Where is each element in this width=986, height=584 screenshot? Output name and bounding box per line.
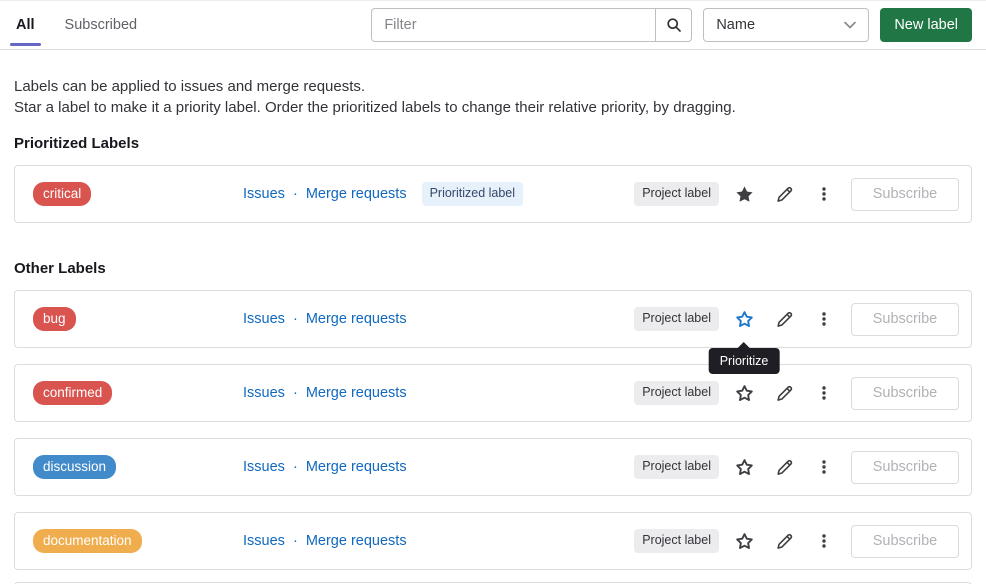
issues-link[interactable]: Issues: [243, 311, 285, 327]
label-links: Issues · Merge requests: [243, 533, 407, 549]
edit-label-button[interactable]: [769, 452, 799, 482]
star-outline-icon: [735, 310, 754, 329]
issues-link[interactable]: Issues: [243, 533, 285, 549]
label-row-documentation: documentation Issues · Merge requests Pr…: [14, 512, 972, 570]
label-pill-documentation[interactable]: documentation: [33, 529, 142, 554]
label-options-button[interactable]: [809, 304, 839, 334]
subscribe-button[interactable]: Subscribe: [851, 451, 959, 484]
filter-group: [371, 8, 692, 42]
intro-line-2: Star a label to make it a priority label…: [14, 99, 736, 116]
pencil-icon: [776, 311, 793, 328]
sort-dropdown[interactable]: Name: [703, 8, 869, 42]
label-pill-discussion[interactable]: discussion: [33, 455, 116, 480]
ellipsis-vertical-icon: [816, 533, 832, 549]
label-row-discussion: discussion Issues · Merge requests Proje…: [14, 438, 972, 496]
label-options-button[interactable]: [809, 378, 839, 408]
prioritize-star-button[interactable]: [729, 378, 759, 408]
issues-link[interactable]: Issues: [243, 186, 285, 202]
project-label-badge: Project label: [634, 529, 719, 553]
ellipsis-vertical-icon: [816, 385, 832, 401]
merge-requests-link[interactable]: Merge requests: [306, 459, 407, 475]
label-options-button[interactable]: [809, 452, 839, 482]
ellipsis-vertical-icon: [816, 311, 832, 327]
label-options-button[interactable]: [809, 526, 839, 556]
pencil-icon: [776, 385, 793, 402]
label-pill-critical[interactable]: critical: [33, 182, 91, 207]
issues-link[interactable]: Issues: [243, 385, 285, 401]
search-icon: [666, 17, 682, 33]
star-outline-icon: [735, 384, 754, 403]
label-links: Issues · Merge requests: [243, 311, 407, 327]
prioritized-label-badge: Prioritized label: [422, 182, 523, 206]
labels-content: Labels can be applied to issues and merg…: [0, 50, 986, 584]
label-row-critical: critical Issues · Merge requests Priorit…: [14, 165, 972, 223]
subscribe-button[interactable]: Subscribe: [851, 303, 959, 336]
prioritize-star-button[interactable]: [729, 526, 759, 556]
prioritize-star-button[interactable]: Prioritize: [729, 304, 759, 334]
tab-subscribed[interactable]: Subscribed: [63, 1, 140, 49]
star-outline-icon: [735, 532, 754, 551]
edit-label-button[interactable]: [769, 304, 799, 334]
edit-label-button[interactable]: [769, 526, 799, 556]
edit-label-button[interactable]: [769, 179, 799, 209]
label-options-button[interactable]: [809, 179, 839, 209]
label-row-bug: bug Issues · Merge requests Project labe…: [14, 290, 972, 348]
sort-value: Name: [716, 17, 755, 33]
subscribe-button[interactable]: Subscribe: [851, 525, 959, 558]
unprioritize-star-button[interactable]: [729, 179, 759, 209]
labels-tabs: All Subscribed: [14, 1, 139, 49]
labels-toolbar: All Subscribed Name New label: [0, 0, 986, 50]
merge-requests-link[interactable]: Merge requests: [306, 186, 407, 202]
toolbar-controls: Name New label: [371, 8, 972, 42]
other-labels-heading: Other Labels: [14, 260, 972, 277]
star-outline-icon: [735, 458, 754, 477]
merge-requests-link[interactable]: Merge requests: [306, 385, 407, 401]
edit-label-button[interactable]: [769, 378, 799, 408]
tab-all[interactable]: All: [14, 1, 37, 49]
label-row-confirmed: confirmed Issues · Merge requests Projec…: [14, 364, 972, 422]
pencil-icon: [776, 533, 793, 550]
prioritize-tooltip: Prioritize: [709, 348, 780, 374]
merge-requests-link[interactable]: Merge requests: [306, 533, 407, 549]
project-label-badge: Project label: [634, 182, 719, 206]
merge-requests-link[interactable]: Merge requests: [306, 311, 407, 327]
label-pill-bug[interactable]: bug: [33, 307, 76, 332]
project-label-badge: Project label: [634, 307, 719, 331]
pencil-icon: [776, 459, 793, 476]
label-links: Issues · Merge requests: [243, 459, 407, 475]
intro-text: Labels can be applied to issues and merg…: [14, 76, 972, 118]
ellipsis-vertical-icon: [816, 459, 832, 475]
chevron-down-icon: [844, 21, 856, 29]
search-button[interactable]: [655, 8, 692, 42]
label-pill-confirmed[interactable]: confirmed: [33, 381, 112, 406]
pencil-icon: [776, 186, 793, 203]
filter-input[interactable]: [371, 8, 655, 42]
label-links: Issues · Merge requests: [243, 385, 407, 401]
project-label-badge: Project label: [634, 455, 719, 479]
new-label-button[interactable]: New label: [880, 8, 972, 42]
issues-link[interactable]: Issues: [243, 459, 285, 475]
prioritize-star-button[interactable]: [729, 452, 759, 482]
subscribe-button[interactable]: Subscribe: [851, 377, 959, 410]
project-label-badge: Project label: [634, 381, 719, 405]
star-filled-icon: [735, 185, 754, 204]
ellipsis-vertical-icon: [816, 186, 832, 202]
subscribe-button[interactable]: Subscribe: [851, 178, 959, 211]
label-links: Issues · Merge requests: [243, 186, 407, 202]
intro-line-1: Labels can be applied to issues and merg…: [14, 78, 365, 95]
prioritized-labels-heading: Prioritized Labels: [14, 135, 972, 152]
